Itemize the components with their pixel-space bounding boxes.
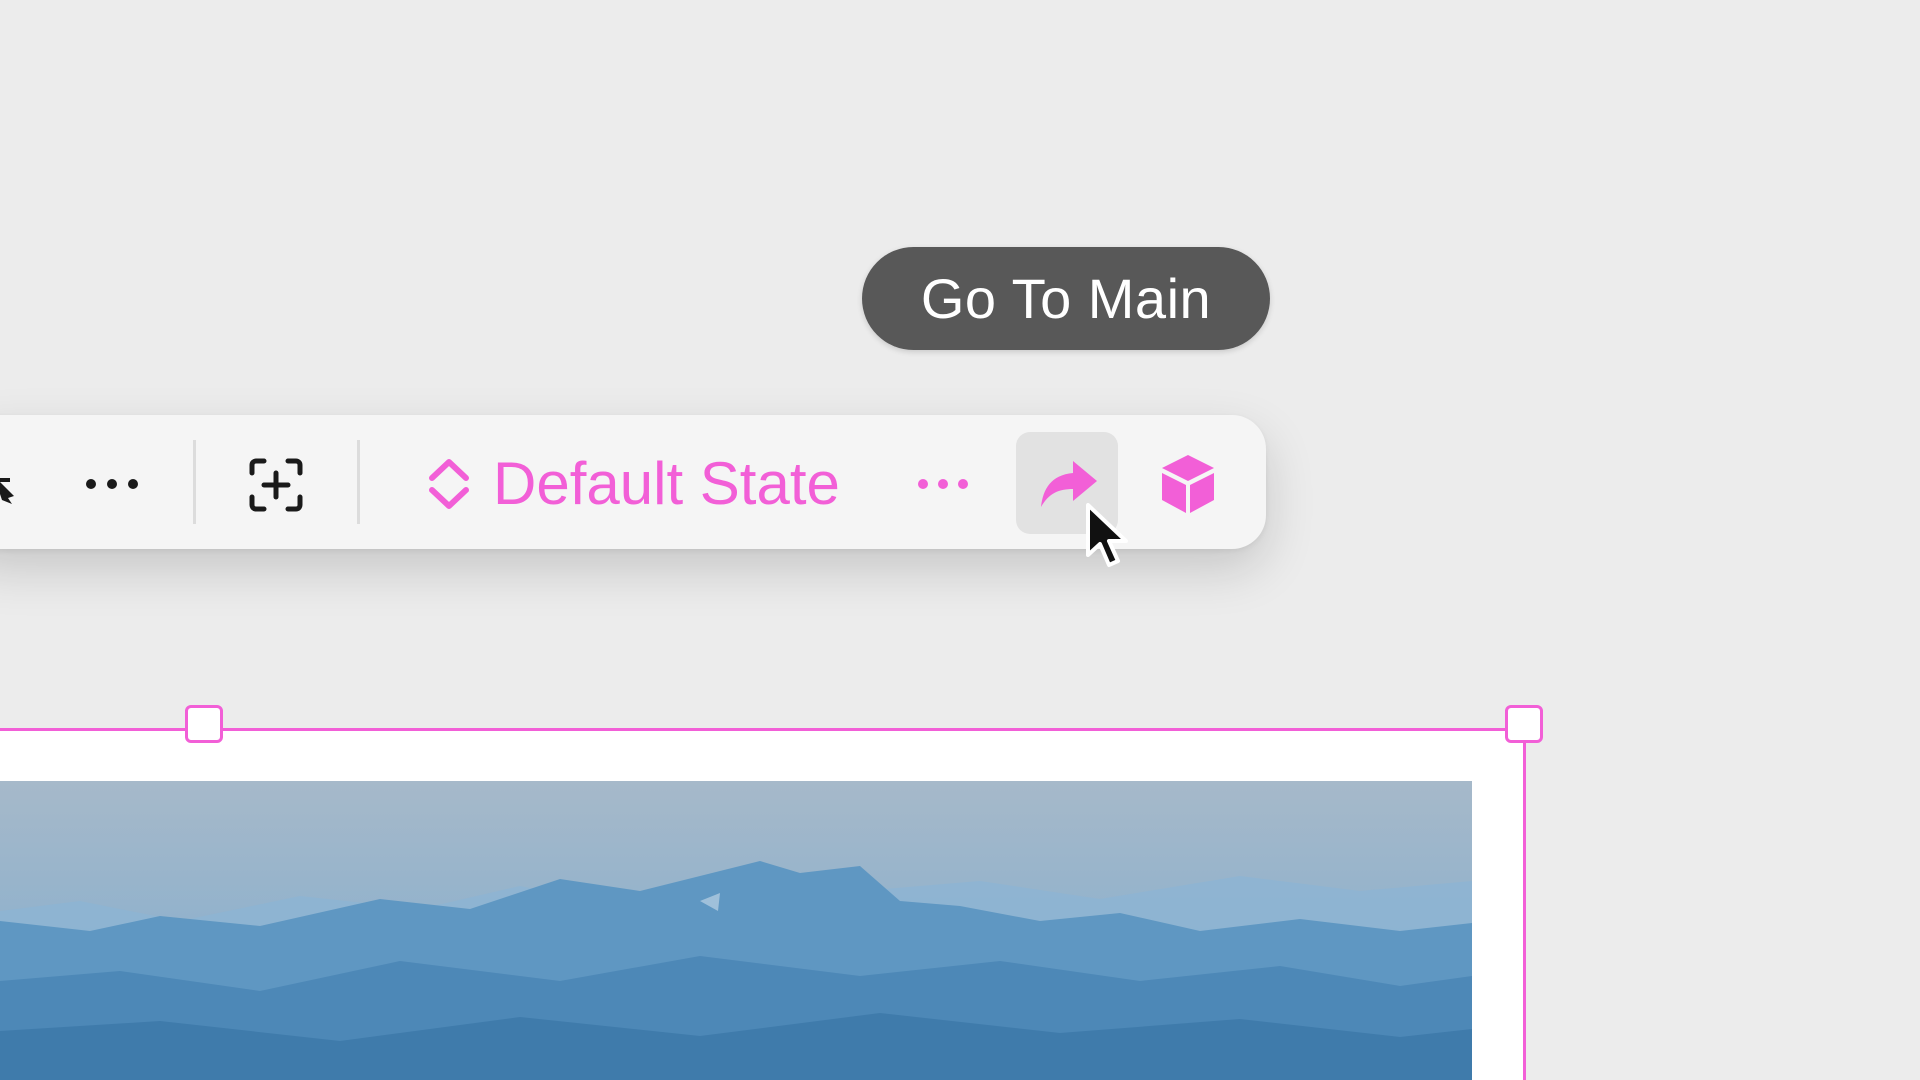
selection-handle-top-right[interactable]	[1505, 705, 1543, 743]
state-selector-button[interactable]	[424, 456, 474, 512]
mountain-photo	[0, 781, 1472, 1080]
cube-icon	[1162, 455, 1214, 513]
add-frame-icon	[249, 458, 303, 512]
state-more-button[interactable]	[912, 474, 974, 494]
state-label[interactable]: Default State	[493, 448, 840, 518]
add-frame-button[interactable]	[246, 455, 306, 515]
design-canvas[interactable]: Go To Main Default State	[0, 0, 1920, 1080]
selection-edge-right	[1523, 728, 1526, 1080]
more-horizontal-icon	[918, 479, 968, 489]
mouse-cursor-icon	[1086, 503, 1140, 580]
more-options-button[interactable]	[82, 462, 142, 506]
toolbar-divider	[357, 440, 360, 524]
go-to-main-tooltip: Go To Main	[862, 247, 1270, 350]
component-button[interactable]	[1158, 452, 1218, 516]
selection-handle-top-mid[interactable]	[185, 705, 223, 743]
tool-arrow-icon[interactable]	[0, 470, 24, 504]
toolbar-divider	[193, 440, 196, 524]
chevron-up-down-icon	[429, 459, 469, 509]
tooltip-text: Go To Main	[920, 267, 1212, 330]
more-horizontal-icon	[86, 479, 138, 489]
selection-edge-top	[0, 728, 1525, 731]
